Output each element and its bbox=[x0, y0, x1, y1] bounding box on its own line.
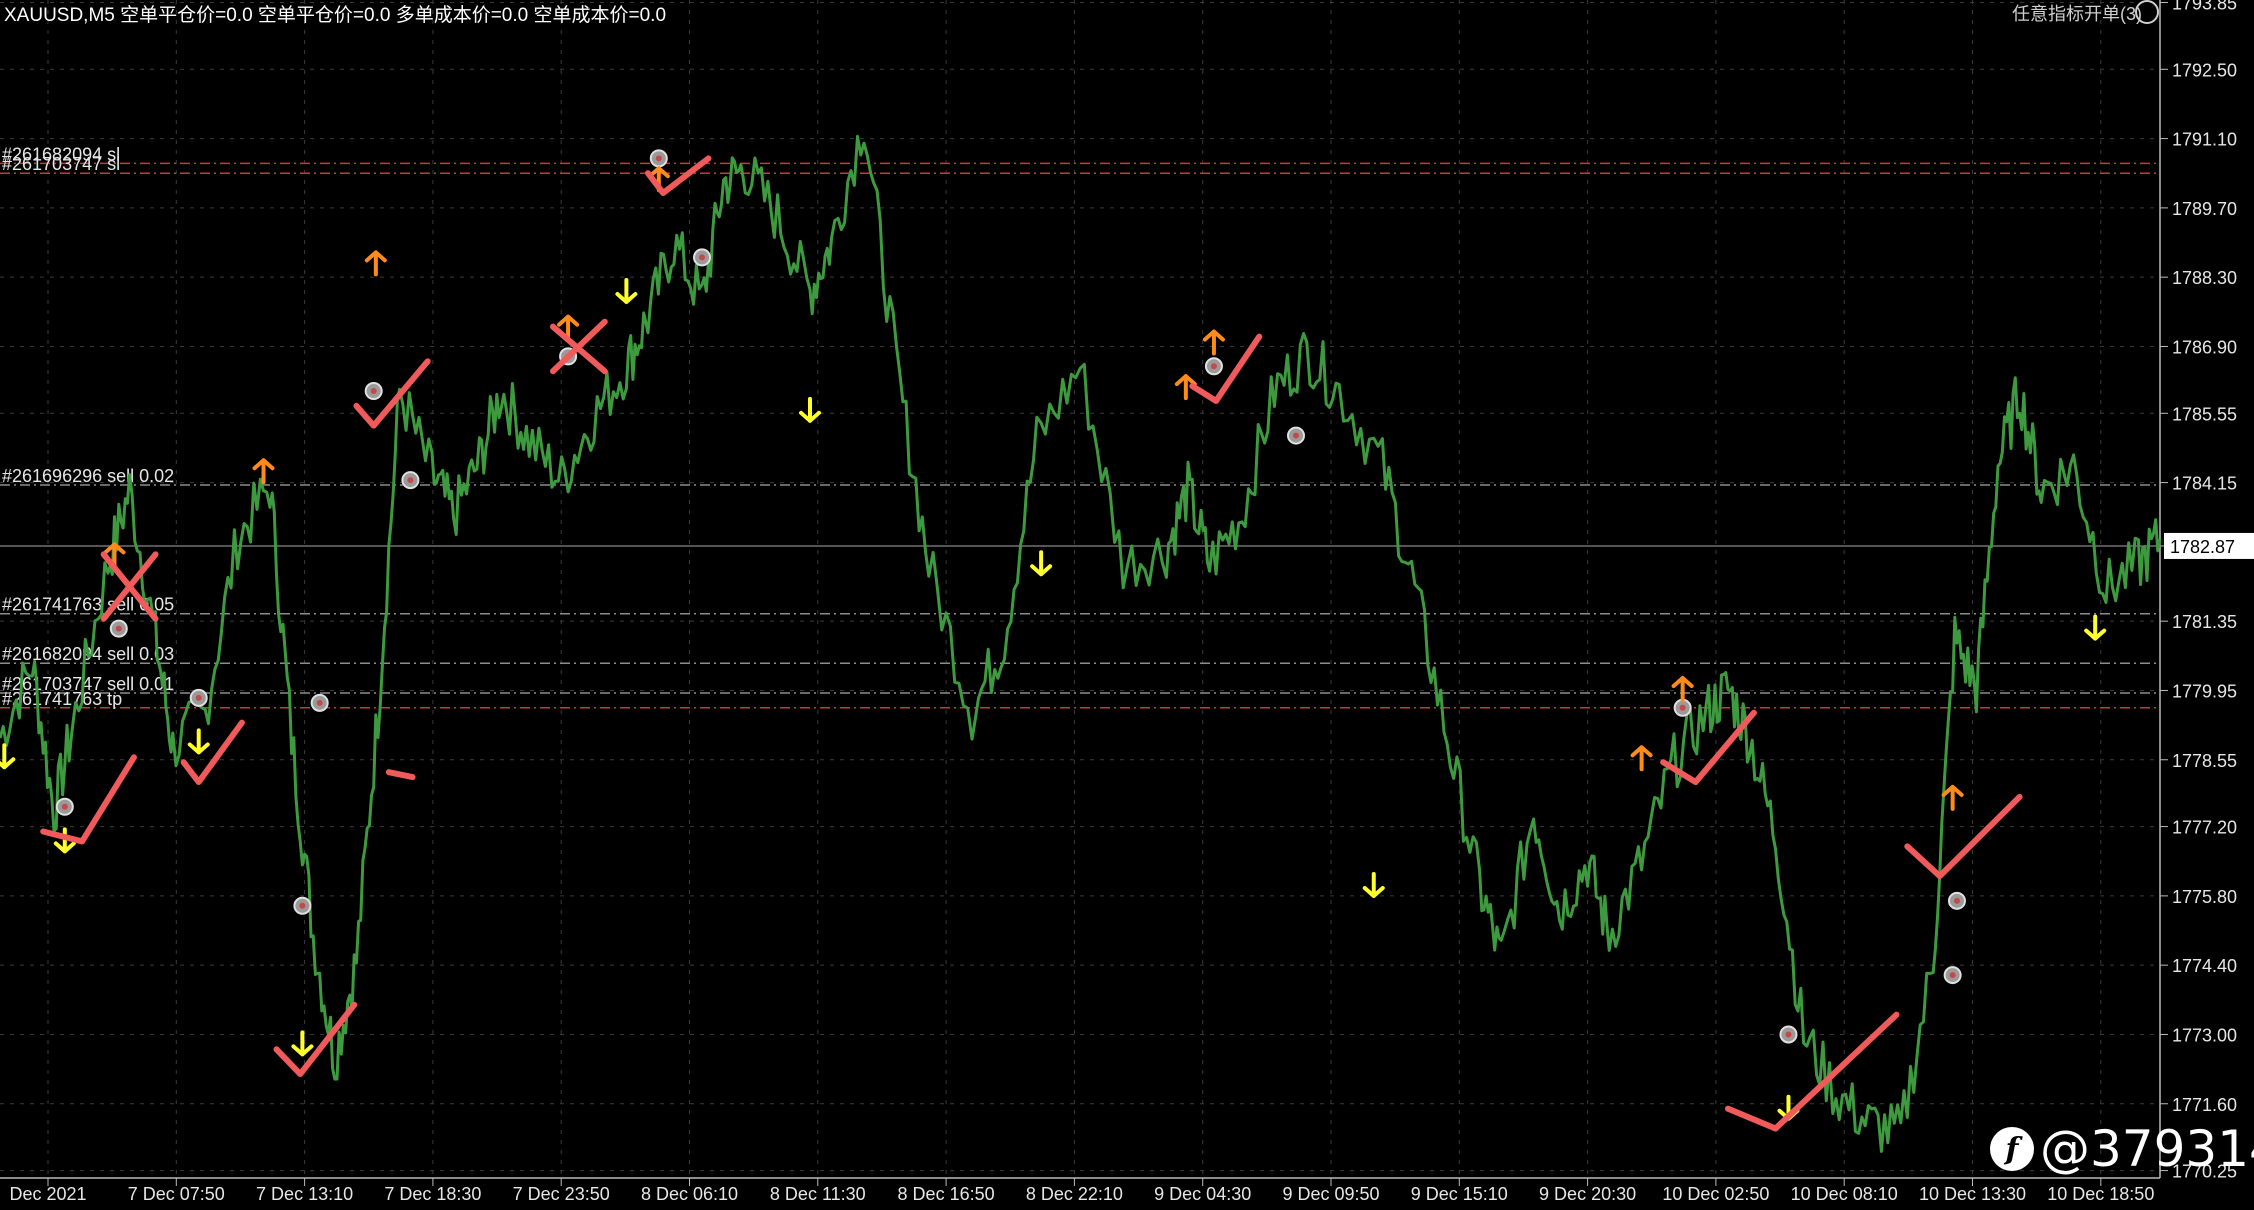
smiley-icon[interactable] bbox=[2135, 0, 2159, 24]
trade-circle-center bbox=[299, 902, 306, 909]
y-tick-label: 1791.10 bbox=[2172, 130, 2237, 150]
y-tick-label: 1781.35 bbox=[2172, 612, 2237, 632]
x-tick-label: 7 Dec 13:10 bbox=[256, 1184, 353, 1204]
x-tick-label: 9 Dec 20:30 bbox=[1539, 1184, 1636, 1204]
x-tick-label: 10 Dec 02:50 bbox=[1662, 1184, 1769, 1204]
y-tick-label: 1773.00 bbox=[2172, 1025, 2237, 1045]
x-tick-label: 7 Dec 07:50 bbox=[128, 1184, 225, 1204]
x-tick-label: 8 Dec 16:50 bbox=[898, 1184, 995, 1204]
y-tick-label: 1777.20 bbox=[2172, 818, 2237, 838]
x-tick-label: 7 Dec 18:30 bbox=[384, 1184, 481, 1204]
order-line-label: #261703747 sl bbox=[2, 154, 120, 174]
trade-circle-center bbox=[1953, 897, 1960, 904]
trade-circle-center bbox=[407, 477, 414, 484]
trade-circle-center bbox=[195, 694, 202, 701]
trade-circle-center bbox=[1949, 972, 1956, 979]
trade-circle-center bbox=[115, 625, 122, 632]
trade-circle-center bbox=[1785, 1031, 1792, 1038]
y-tick-label: 1775.80 bbox=[2172, 887, 2237, 907]
x-tick-label: Dec 2021 bbox=[9, 1184, 86, 1204]
x-tick-label: 9 Dec 04:30 bbox=[1154, 1184, 1251, 1204]
x-tick-label: 8 Dec 11:30 bbox=[770, 1184, 866, 1204]
current-price-label: 1782.87 bbox=[2170, 537, 2235, 557]
trade-circle-center bbox=[1293, 432, 1299, 439]
trade-circle-center bbox=[316, 699, 323, 706]
order-line-label: #261696296 sell 0.02 bbox=[2, 466, 174, 486]
x-tick-label: 10 Dec 08:10 bbox=[1791, 1184, 1898, 1204]
y-tick-label: 1792.50 bbox=[2172, 60, 2237, 80]
price-chart[interactable]: 1793.85 1792.50 1791.10 1789.70 1788.30 1786.… bbox=[0, 0, 2254, 1210]
trade-circle-center bbox=[655, 155, 662, 162]
y-tick-label: 1779.95 bbox=[2172, 681, 2237, 701]
x-tick-label: 7 Dec 23:50 bbox=[513, 1184, 610, 1204]
x-tick-label: 10 Dec 13:30 bbox=[1919, 1184, 2026, 1204]
watermark-text: @379314 bbox=[2040, 1120, 2254, 1178]
y-tick-label: 1771.60 bbox=[2172, 1095, 2237, 1115]
x-tick-label: 9 Dec 15:10 bbox=[1411, 1184, 1508, 1204]
x-tick-label: 10 Dec 18:50 bbox=[2047, 1184, 2154, 1204]
y-tick-label: 1778.55 bbox=[2172, 751, 2237, 771]
y-tick-label: 1785.55 bbox=[2172, 404, 2237, 424]
y-tick-label: 1793.85 bbox=[2172, 0, 2237, 13]
x-tick-label: 9 Dec 09:50 bbox=[1282, 1184, 1379, 1204]
y-tick-label: 1789.70 bbox=[2172, 199, 2237, 219]
y-tick-label: 1788.30 bbox=[2172, 268, 2237, 288]
trade-circle-center bbox=[699, 254, 705, 261]
watermark-logo-icon: f bbox=[1990, 1127, 2034, 1171]
y-tick-label: 1774.40 bbox=[2172, 956, 2237, 976]
y-tick-label: 1786.90 bbox=[2172, 337, 2237, 357]
x-tick-label: 8 Dec 22:10 bbox=[1026, 1184, 1123, 1204]
watermark: f @379314 bbox=[1990, 1120, 2254, 1178]
ea-name-label: 任意指标开单(3) bbox=[2012, 4, 2142, 24]
indicator-status-text: XAUUSD,M5 空单平仓价=0.0 空单平仓价=0.0 多单成本价=0.0 … bbox=[4, 0, 666, 27]
position-summary: 空单平仓价=0.0 空单平仓价=0.0 多单成本价=0.0 空单成本价=0.0 bbox=[120, 5, 667, 26]
trade-circle-center bbox=[370, 388, 377, 395]
symbol-label: XAUUSD,M5 bbox=[4, 5, 115, 26]
y-tick-label: 1784.15 bbox=[2172, 474, 2237, 494]
x-tick-label: 8 Dec 06:10 bbox=[641, 1184, 738, 1204]
trade-circle-center bbox=[1679, 704, 1686, 711]
trade-circle-center bbox=[1210, 363, 1217, 370]
trade-circle-center bbox=[61, 803, 68, 810]
